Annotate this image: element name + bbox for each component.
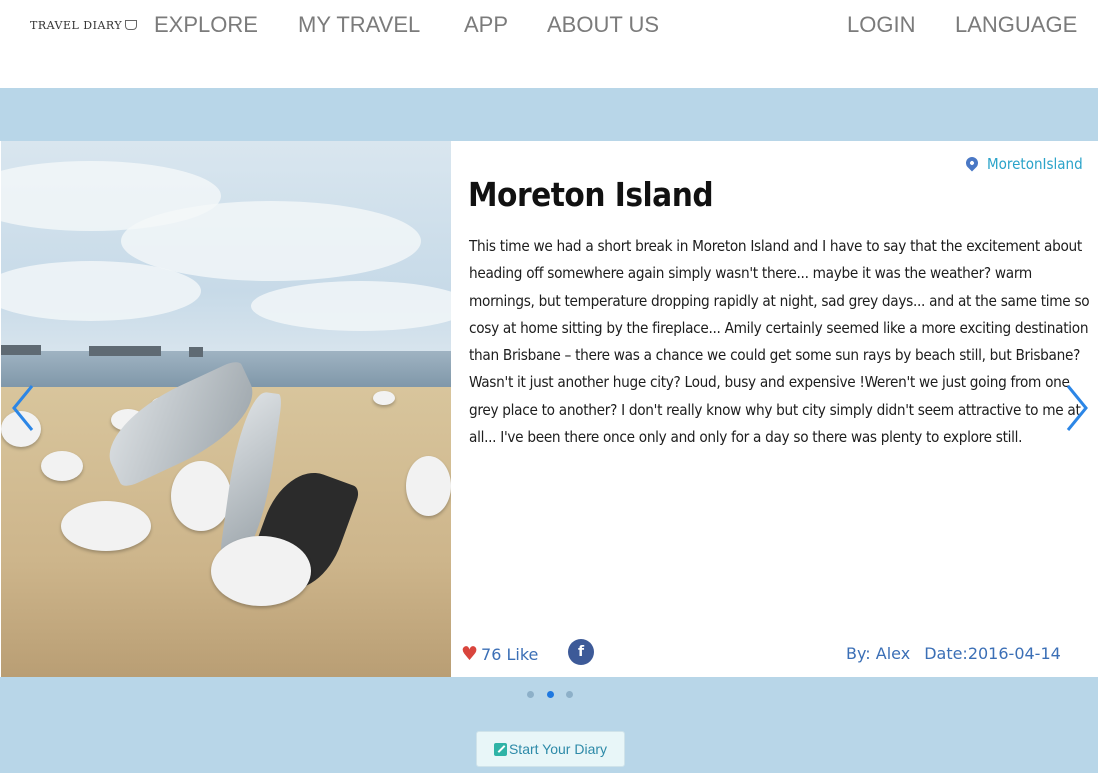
nav-language[interactable]: LANGUAGE [955, 12, 1077, 38]
start-diary-button[interactable]: Start Your Diary [476, 731, 625, 767]
author: By: Alex [846, 644, 911, 663]
nav-my-travel[interactable]: MY TRAVEL [298, 12, 420, 38]
like-count: 76 Like [481, 645, 539, 664]
location-tag[interactable]: MoretonIsland [963, 154, 1083, 173]
carousel-prev-button[interactable] [10, 384, 36, 432]
chevron-right-icon [1066, 385, 1088, 431]
chevron-left-icon [12, 385, 34, 431]
heart-icon: ♥ [461, 643, 479, 665]
nav-app[interactable]: APP [464, 12, 508, 38]
nav-login[interactable]: LOGIN [847, 12, 915, 38]
edit-icon [493, 742, 507, 756]
nav-explore[interactable]: EXPLORE [154, 12, 258, 38]
like-button[interactable]: ♥ 76 Like [461, 643, 538, 665]
logo-text: Travel Diary [30, 19, 123, 32]
beach-seagulls-photo [1, 141, 451, 677]
carousel-next-button[interactable] [1064, 384, 1090, 432]
facebook-icon[interactable]: f [568, 639, 594, 665]
top-navigation: Travel Diary EXPLORE MY TRAVEL APP ABOUT… [0, 0, 1098, 88]
diary-story: This time we had a short break in Moreto… [469, 237, 1090, 447]
map-pin-icon [963, 154, 981, 172]
location-label: MoretonIsland [987, 155, 1083, 173]
nav-about-us[interactable]: ABOUT US [547, 12, 659, 38]
post-date: Date:2016-04-14 [924, 644, 1061, 663]
diary-title: Moreton Island [468, 175, 714, 214]
carousel-dot-3[interactable] [566, 691, 573, 698]
diary-slide: MoretonIsland Moreton Island This time w… [0, 141, 1098, 677]
carousel-dot-2[interactable] [547, 691, 554, 698]
start-diary-label: Start Your Diary [508, 741, 608, 757]
carousel-dot-1[interactable] [527, 691, 534, 698]
cup-icon [125, 20, 138, 30]
site-logo[interactable]: Travel Diary [30, 19, 138, 32]
byline: By: Alex Date:2016-04-14 [846, 644, 1061, 663]
